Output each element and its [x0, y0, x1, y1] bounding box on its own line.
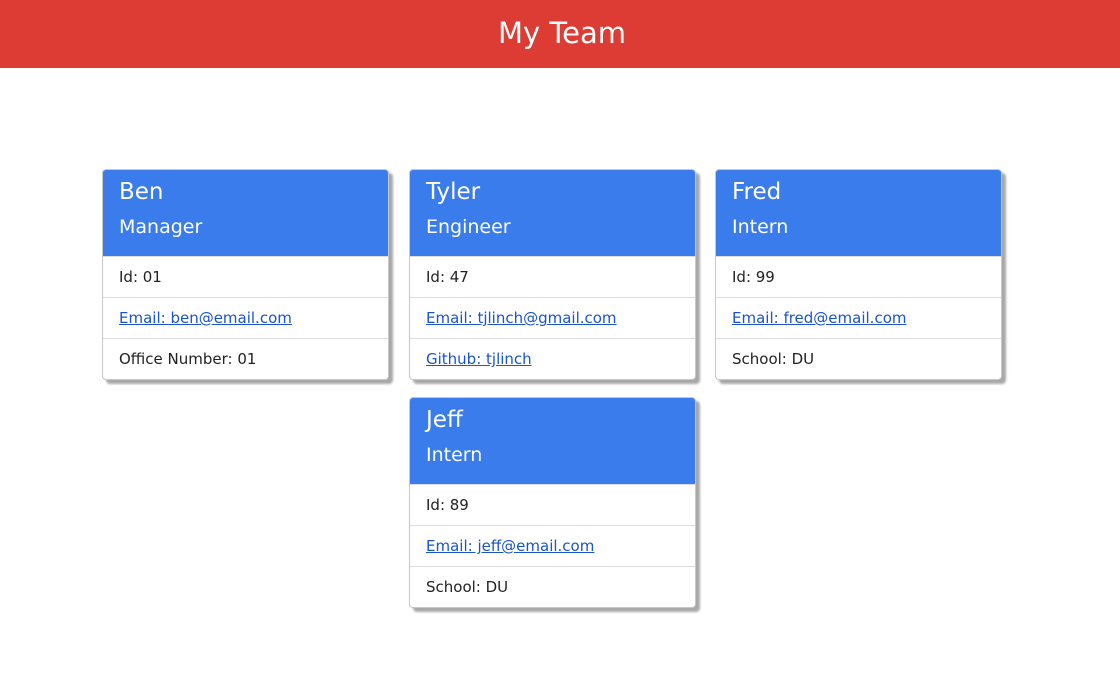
github-link[interactable]: Github: tjlinch — [426, 350, 532, 368]
page-title: My Team — [497, 15, 627, 50]
employee-school: School: DU — [716, 338, 1001, 379]
employee-card-ben: Ben Manager Id: 01 Email: ben@email.com … — [102, 169, 389, 380]
employee-name: Ben — [119, 179, 164, 205]
email-link[interactable]: Email: tjlinch@gmail.com — [426, 309, 617, 327]
employee-office: Office Number: 01 — [103, 338, 388, 379]
employee-role: Intern — [426, 444, 483, 466]
employee-email: Email: tjlinch@gmail.com — [410, 297, 695, 338]
page-header: My Team — [0, 0, 1120, 68]
school-text: School: DU — [732, 350, 815, 368]
employee-card-jeff: Jeff Intern Id: 89 Email: jeff@email.com… — [409, 397, 696, 608]
employee-id: Id: 89 — [410, 484, 695, 525]
school-text: School: DU — [426, 578, 509, 596]
email-link[interactable]: Email: fred@email.com — [732, 309, 906, 327]
employee-id: Id: 99 — [716, 256, 1001, 297]
employee-id-text: Id: 47 — [426, 268, 469, 286]
employee-id-text: Id: 01 — [119, 268, 162, 286]
employee-card-fred: Fred Intern Id: 99 Email: fred@email.com… — [715, 169, 1002, 380]
employee-id-text: Id: 99 — [732, 268, 775, 286]
employee-id: Id: 01 — [103, 256, 388, 297]
employee-github: Github: tjlinch — [410, 338, 695, 379]
employee-name: Jeff — [426, 407, 463, 433]
email-link[interactable]: Email: jeff@email.com — [426, 537, 594, 555]
card-header: Tyler Engineer — [410, 170, 695, 256]
employee-name: Tyler — [426, 179, 481, 205]
employee-name: Fred — [732, 179, 782, 205]
card-header: Jeff Intern — [410, 398, 695, 484]
employee-role: Intern — [732, 216, 789, 238]
employee-card-tyler: Tyler Engineer Id: 47 Email: tjlinch@gma… — [409, 169, 696, 380]
employee-role: Manager — [119, 216, 203, 238]
card-header: Fred Intern — [716, 170, 1001, 256]
card-header: Ben Manager — [103, 170, 388, 256]
employee-school: School: DU — [410, 566, 695, 607]
office-number-text: Office Number: 01 — [119, 350, 257, 368]
employee-role: Engineer — [426, 216, 511, 238]
email-link[interactable]: Email: ben@email.com — [119, 309, 292, 327]
employee-email: Email: fred@email.com — [716, 297, 1001, 338]
employee-email: Email: ben@email.com — [103, 297, 388, 338]
employee-id: Id: 47 — [410, 256, 695, 297]
employee-email: Email: jeff@email.com — [410, 525, 695, 566]
employee-id-text: Id: 89 — [426, 496, 469, 514]
